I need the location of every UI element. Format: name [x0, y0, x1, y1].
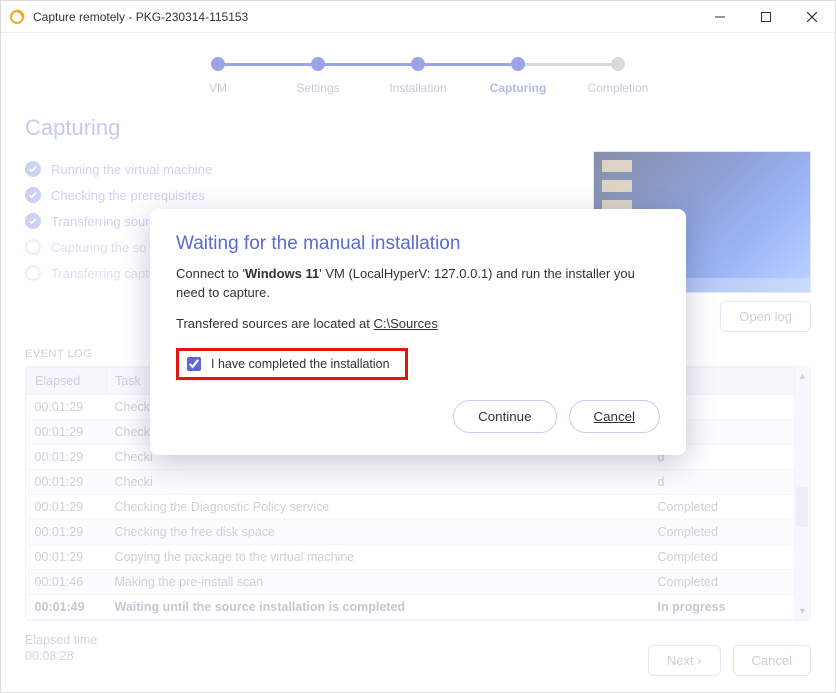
minimize-button[interactable]	[697, 1, 743, 33]
cancel-button[interactable]: Cancel	[733, 645, 811, 676]
cell-status: Completed	[650, 545, 810, 570]
check-circle-icon	[25, 213, 41, 229]
installation-complete-label[interactable]: I have completed the installation	[211, 357, 390, 371]
cell-task: Checki	[107, 470, 650, 495]
table-row: 00:01:29Checking the free disk spaceComp…	[27, 520, 810, 545]
dialog-title: Waiting for the manual installation	[176, 233, 660, 255]
dialog-cancel-button[interactable]: Cancel	[569, 400, 661, 433]
table-row: 00:01:46Making the pre-install scanCompl…	[27, 570, 810, 595]
sources-path-link[interactable]: C:\Sources	[374, 316, 438, 331]
table-row: 00:01:29Copying the package to the virtu…	[27, 545, 810, 570]
titlebar: Capture remotely - PKG-230314-115153	[1, 1, 835, 33]
cell-task: Checking the Diagnostic Policy service	[107, 495, 650, 520]
step-label: Completion	[588, 81, 649, 95]
installation-complete-checkbox-row[interactable]: I have completed the installation	[176, 348, 408, 380]
cell-elapsed: 00:01:29	[27, 445, 107, 470]
cell-task: Making the pre-install scan	[107, 570, 650, 595]
cell-status: Completed	[650, 520, 810, 545]
cell-elapsed: 00:01:29	[27, 420, 107, 445]
cell-elapsed: 00:01:46	[27, 570, 107, 595]
maximize-button[interactable]	[743, 1, 789, 33]
step-label: VM	[209, 81, 227, 95]
check-item: Running the virtual machine	[25, 161, 577, 177]
check-label: Capturing the so	[51, 240, 146, 255]
next-label: Next	[667, 653, 694, 668]
cell-elapsed: 00:01:29	[27, 495, 107, 520]
cell-task: Checking the free disk space	[107, 520, 650, 545]
cell-elapsed: 00:01:29	[27, 470, 107, 495]
installation-complete-checkbox[interactable]	[187, 357, 201, 371]
cell-status: Completed	[650, 570, 810, 595]
app-logo-icon	[9, 9, 25, 25]
cell-status: d	[650, 470, 810, 495]
scroll-up-icon[interactable]: ▲	[798, 371, 807, 381]
manual-install-dialog: Waiting for the manual installation Conn…	[150, 209, 686, 455]
dialog-sources-line: Transfered sources are located at C:\Sou…	[176, 315, 660, 334]
step-label: Settings	[296, 81, 339, 95]
cell-elapsed: 00:01:29	[27, 395, 107, 420]
vm-name: Windows 11	[245, 266, 319, 281]
dialog-message: Connect to 'Windows 11' VM (LocalHyperV:…	[176, 265, 660, 303]
cell-status: Completed	[650, 495, 810, 520]
cell-elapsed: 00:01:29	[27, 520, 107, 545]
circle-icon	[25, 265, 41, 281]
scroll-down-icon[interactable]: ▼	[798, 606, 807, 616]
col-elapsed[interactable]: Elapsed	[27, 368, 107, 395]
step-label: Capturing	[490, 81, 547, 95]
cell-elapsed: 00:01:49	[27, 595, 107, 620]
check-label: Checking the prerequisites	[51, 188, 205, 203]
step-label: Installation	[389, 81, 446, 95]
step-vm: VM	[168, 57, 268, 95]
cell-task: Copying the package to the virtual machi…	[107, 545, 650, 570]
wizard-stepper: VM Settings Installation Capturing Compl…	[25, 57, 811, 95]
table-row: 00:01:49Waiting until the source install…	[27, 595, 810, 620]
table-row: 00:01:29Checking the Diagnostic Policy s…	[27, 495, 810, 520]
open-log-button[interactable]: Open log	[720, 301, 811, 332]
next-button[interactable]: Next ›	[648, 645, 721, 676]
chevron-right-icon: ›	[697, 653, 701, 668]
continue-button[interactable]: Continue	[453, 400, 556, 433]
cell-elapsed: 00:01:29	[27, 545, 107, 570]
cell-status: In progress	[650, 595, 810, 620]
circle-icon	[25, 239, 41, 255]
scroll-thumb[interactable]	[796, 487, 808, 527]
check-label: Running the virtual machine	[51, 162, 212, 177]
table-scrollbar[interactable]: ▲ ▼	[794, 367, 810, 620]
page-title: Capturing	[25, 115, 811, 141]
table-row: 00:01:29Checkid	[27, 470, 810, 495]
cell-task: Waiting until the source installation is…	[107, 595, 650, 620]
check-circle-icon	[25, 161, 41, 177]
check-item: Checking the prerequisites	[25, 187, 577, 203]
elapsed-label: Elapsed time	[25, 633, 97, 647]
dialog-cancel-label: Cancel	[594, 409, 636, 424]
check-circle-icon	[25, 187, 41, 203]
window-title: Capture remotely - PKG-230314-115153	[33, 10, 697, 24]
close-button[interactable]	[789, 1, 835, 33]
check-label: Transferring captu	[51, 266, 156, 281]
